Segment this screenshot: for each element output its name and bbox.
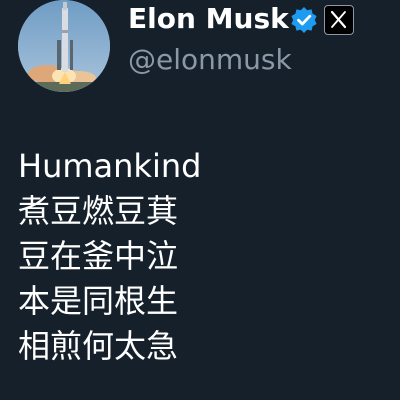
tweet-line: 豆在釜中泣	[18, 237, 179, 275]
x-logo-icon[interactable]	[324, 5, 354, 35]
tweet-line: 本是同根生	[18, 282, 179, 320]
author-display-name[interactable]: Elon Musk	[128, 0, 289, 38]
author-handle[interactable]: @elonmusk	[128, 42, 292, 78]
author-avatar[interactable]	[18, 0, 110, 92]
verified-badge-icon	[290, 6, 318, 34]
tweet-card: Elon Musk @elonmusk Humankind 煮豆燃豆萁 豆在釜中…	[0, 0, 400, 400]
tweet-line: 煮豆燃豆萁	[18, 192, 179, 230]
tweet-line: 相煎何太急	[18, 327, 179, 365]
rocket-launch-avatar-icon	[18, 0, 110, 92]
tweet-line: Humankind	[18, 147, 202, 185]
tweet-text: Humankind 煮豆燃豆萁 豆在釜中泣 本是同根生 相煎何太急	[18, 144, 388, 369]
